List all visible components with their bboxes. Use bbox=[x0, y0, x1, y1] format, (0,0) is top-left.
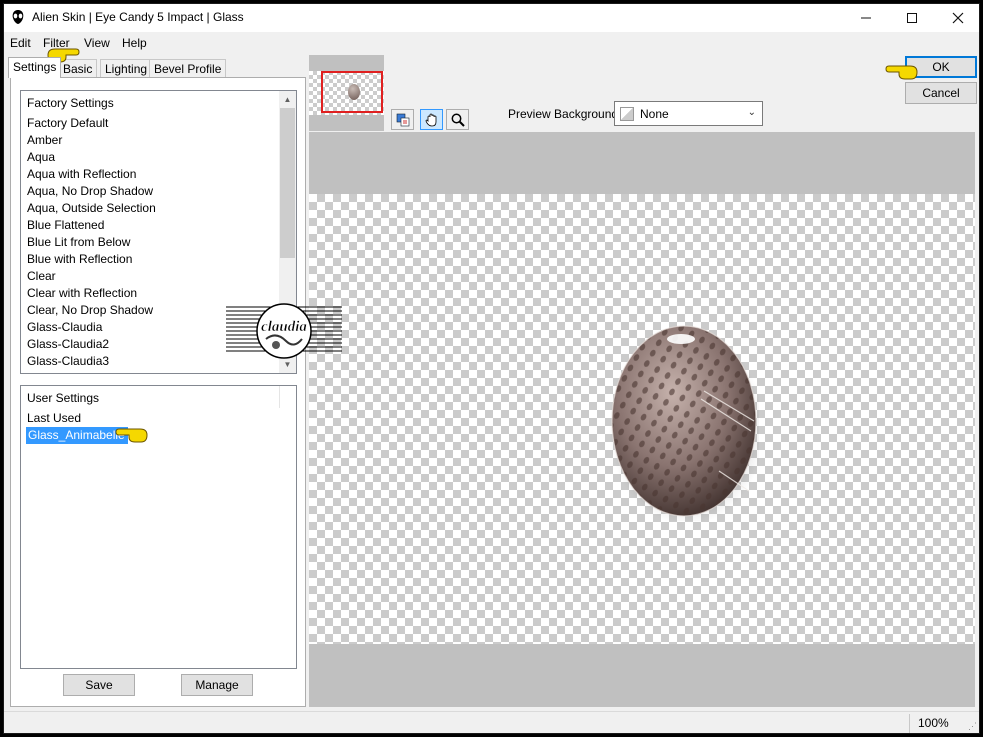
pointing-hand-icon bbox=[885, 65, 918, 80]
list-item[interactable]: Aqua bbox=[27, 149, 55, 166]
menu-bar: Edit Filter View Help bbox=[4, 34, 979, 54]
list-item[interactable]: Aqua, No Drop Shadow bbox=[27, 183, 153, 200]
scroll-thumb[interactable] bbox=[280, 108, 295, 258]
list-item[interactable]: Clear, No Drop Shadow bbox=[27, 302, 153, 319]
resize-grip-icon[interactable]: ⋰ bbox=[968, 721, 977, 732]
list-item[interactable]: Factory Default bbox=[27, 115, 108, 132]
preview-canvas[interactable] bbox=[309, 132, 975, 707]
menu-view[interactable]: View bbox=[84, 36, 110, 50]
list-item[interactable]: Blue with Reflection bbox=[27, 251, 132, 268]
menu-edit[interactable]: Edit bbox=[10, 36, 31, 50]
user-settings-header: User Settings bbox=[27, 391, 100, 405]
list-item[interactable]: Glass-Claudia2 bbox=[27, 336, 109, 353]
glass-egg-preview bbox=[609, 325, 759, 521]
list-item[interactable]: Aqua with Reflection bbox=[27, 166, 136, 183]
factory-settings-header: Factory Settings bbox=[27, 96, 114, 110]
preview-background-select[interactable]: None ⌄ bbox=[614, 101, 763, 126]
preview-background-value: None bbox=[640, 107, 669, 121]
preview-background-label: Preview Background: bbox=[508, 107, 622, 121]
manage-button[interactable]: Manage bbox=[181, 674, 253, 696]
list-item[interactable]: Last Used bbox=[27, 410, 81, 427]
tab-settings[interactable]: Settings bbox=[8, 57, 62, 78]
close-icon bbox=[952, 12, 964, 24]
save-button[interactable]: Save bbox=[63, 674, 135, 696]
navigator-thumbnail[interactable] bbox=[309, 55, 384, 131]
hand-tool-button[interactable] bbox=[420, 109, 443, 130]
menu-help[interactable]: Help bbox=[122, 36, 147, 50]
tab-bevel-profile[interactable]: Bevel Profile bbox=[149, 59, 227, 77]
magnifier-icon bbox=[451, 113, 465, 127]
tab-lighting[interactable]: Lighting bbox=[100, 59, 153, 77]
window-title: Alien Skin | Eye Candy 5 Impact | Glass bbox=[32, 10, 244, 24]
eye-candy-window: Alien Skin | Eye Candy 5 Impact | Glass … bbox=[3, 3, 980, 734]
minimize-button[interactable] bbox=[843, 4, 889, 32]
zoom-tool-button[interactable] bbox=[446, 109, 469, 130]
scroll-up-icon[interactable]: ▲ bbox=[279, 91, 296, 108]
navigator-egg-thumbnail bbox=[348, 84, 360, 100]
list-item[interactable]: Clear bbox=[27, 268, 56, 285]
preview-toggle-icon bbox=[396, 113, 409, 126]
maximize-icon bbox=[907, 13, 917, 23]
status-bar: 100% ⋰ bbox=[4, 711, 979, 733]
toggle-preview-button[interactable] bbox=[391, 109, 414, 130]
column-divider bbox=[279, 386, 280, 408]
pointing-hand-icon bbox=[115, 428, 148, 443]
title-bar: Alien Skin | Eye Candy 5 Impact | Glass bbox=[4, 4, 979, 32]
hand-icon bbox=[425, 113, 436, 126]
settings-panel: Factory Settings Factory Default Amber A… bbox=[10, 77, 306, 707]
list-item[interactable]: Blue Lit from Below bbox=[27, 234, 130, 251]
zoom-level: 100% bbox=[918, 716, 949, 730]
alien-skin-app-icon bbox=[12, 10, 24, 24]
list-item[interactable]: Aqua, Outside Selection bbox=[27, 200, 156, 217]
list-item[interactable]: Clear with Reflection bbox=[27, 285, 137, 302]
claudia-watermark-logo: claudia bbox=[226, 303, 342, 359]
list-item[interactable]: Glass-Claudia3 bbox=[27, 353, 109, 370]
watermark-text: claudia bbox=[261, 319, 307, 335]
background-swatch bbox=[620, 107, 634, 121]
minimize-icon bbox=[861, 17, 871, 19]
status-divider bbox=[909, 714, 910, 733]
cancel-button[interactable]: Cancel bbox=[905, 82, 977, 104]
chevron-down-icon: ⌄ bbox=[747, 107, 756, 118]
maximize-button[interactable] bbox=[889, 4, 935, 32]
list-item[interactable]: Blue Flattened bbox=[27, 217, 104, 234]
list-item[interactable]: Amber bbox=[27, 132, 62, 149]
close-button[interactable] bbox=[935, 4, 979, 32]
list-item[interactable]: Glass-Claudia bbox=[27, 319, 102, 336]
user-settings-list[interactable]: User Settings Last Used Glass_Animabelle bbox=[20, 385, 297, 669]
